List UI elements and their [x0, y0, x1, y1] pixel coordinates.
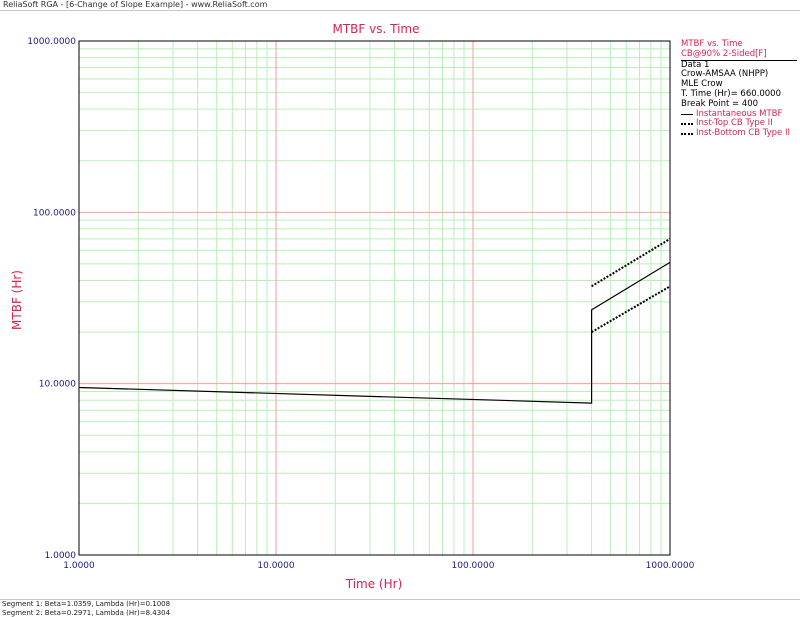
dotted-line-swatch	[681, 133, 693, 136]
y-tick-label: 1.0000	[45, 551, 77, 561]
plot-frame	[78, 40, 671, 556]
segment-2-params: Segment 2: Beta=0.2971, Lambda (Hr)=8.43…	[2, 608, 171, 617]
legend-item-label: Inst-Bottom CB Type II	[696, 128, 791, 139]
series-line-inst-top-cb-type-ii	[591, 238, 671, 288]
tick-labels: 1.0000 10.0000 100.0000 1000.0000 1.0000 10.0…	[27, 37, 694, 571]
segment-1-params: Segment 1: Beta=1.0359, Lambda (Hr)=0.10…	[2, 600, 171, 608]
legend-item-bottom-cb: Inst-Bottom CB Type II	[681, 128, 797, 139]
chart-legend: MTBF vs. Time CB@90% 2-Sided[F] Data 1 C…	[681, 39, 797, 139]
y-tick-label: 1000.0000	[27, 37, 76, 47]
x-tick-label: 1.0000	[63, 561, 95, 571]
series-line-inst-bottom-cb-type-ii	[591, 285, 671, 333]
y-tick-label: 100.0000	[33, 208, 76, 218]
status-footer: Segment 1: Beta=1.0359, Lambda (Hr)=0.10…	[0, 599, 800, 617]
x-tick-label: 100.0000	[452, 561, 495, 571]
chart-grid	[78, 40, 671, 556]
mtbf-chart: 1.0000 10.0000 100.0000 1000.0000 1.0000 10.0…	[27, 37, 694, 571]
y-tick-label: 10.0000	[39, 380, 76, 390]
series-line-instantaneous-mtbf	[78, 261, 671, 404]
x-tick-label: 1000.0000	[646, 561, 695, 571]
legend-subtitle: CB@90% 2-Sided[F]	[681, 48, 767, 59]
solid-line-swatch	[681, 113, 693, 115]
x-tick-label: 10.0000	[257, 561, 294, 571]
dotted-line-swatch	[681, 123, 693, 126]
